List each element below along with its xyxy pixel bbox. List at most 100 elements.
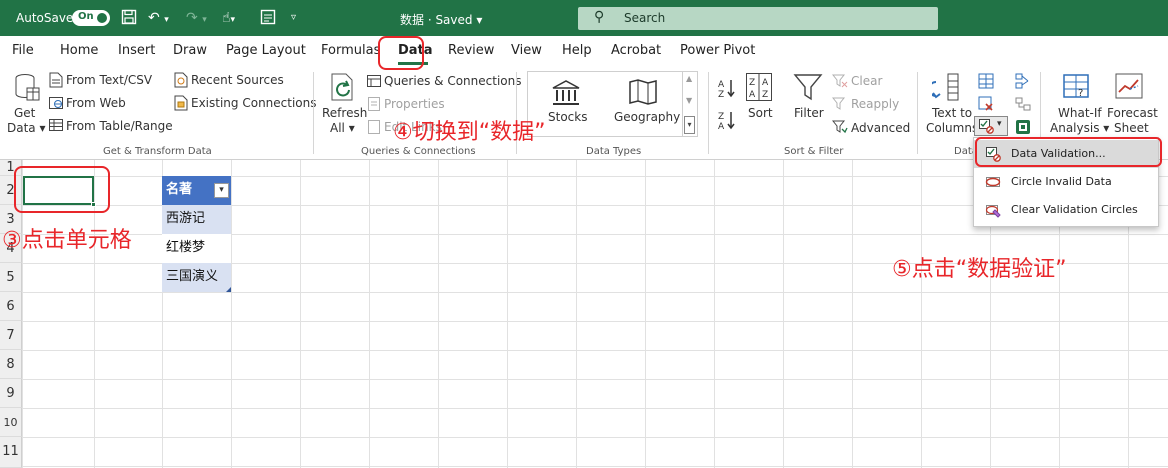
refresh-all-label-1[interactable]: Refresh <box>322 106 367 120</box>
what-if-icon: ? <box>1062 73 1092 101</box>
row-header[interactable]: 10 <box>0 408 22 437</box>
sort-za-icon[interactable]: ZA <box>718 110 736 130</box>
advanced-filter-button[interactable]: Advanced <box>851 121 910 135</box>
get-data-icon <box>13 72 41 102</box>
row-line <box>22 350 1168 351</box>
annotation-step3: ③点击单元格 <box>2 228 132 253</box>
sort-button[interactable]: Sort <box>748 106 773 120</box>
svg-text:A: A <box>749 90 756 100</box>
row-header[interactable]: 5 <box>0 263 22 292</box>
svg-text:Z: Z <box>749 78 755 88</box>
autosave-label: AutoSave <box>16 11 74 25</box>
annotation-box-data-tab <box>378 36 424 70</box>
table-cell[interactable]: 红楼梦 <box>162 234 231 263</box>
recent-sources-button[interactable]: Recent Sources <box>191 73 284 87</box>
autosave-toggle[interactable]: On <box>72 10 110 26</box>
reapply-button[interactable]: Reapply <box>851 97 899 111</box>
forecast-sheet-label-1[interactable]: Forecast <box>1107 106 1158 120</box>
column-line <box>921 160 922 468</box>
tab-draw[interactable]: Draw <box>173 43 207 58</box>
tab-page-layout[interactable]: Page Layout <box>226 43 306 58</box>
manage-data-model-icon[interactable] <box>1014 118 1032 136</box>
gallery-down-icon[interactable]: ▼ <box>686 96 692 105</box>
filter-dropdown-icon[interactable]: ▾ <box>214 183 229 198</box>
group-label-queries: Queries & Connections <box>361 146 476 157</box>
gallery-scroll[interactable]: ▲ ▼ ▾ <box>683 71 698 137</box>
clear-filter-button[interactable]: Clear <box>851 74 882 88</box>
svg-text:Z: Z <box>718 112 724 122</box>
sort-az-icon[interactable]: AZ <box>718 78 736 98</box>
tab-review[interactable]: Review <box>448 43 494 58</box>
row-line <box>22 379 1168 380</box>
tab-formulas[interactable]: Formulas <box>321 43 380 58</box>
row-header[interactable]: 8 <box>0 350 22 379</box>
svg-text:A: A <box>762 78 769 88</box>
annotation-box-cell <box>14 166 110 213</box>
table-cell[interactable]: 三国演义 <box>162 263 231 292</box>
clear-filter-icon <box>832 73 848 89</box>
stocks-button[interactable]: Stocks <box>548 110 587 124</box>
svg-text:?: ? <box>1078 88 1083 99</box>
text-to-columns-label-2[interactable]: Columns <box>926 121 978 135</box>
menu-item-clear-validation-circles[interactable]: Clear Validation Circles <box>974 196 1158 224</box>
from-web-button[interactable]: From Web <box>66 96 126 110</box>
queries-connections-button[interactable]: Queries & Connections <box>384 74 521 88</box>
flash-fill-icon[interactable] <box>977 72 995 90</box>
column-line <box>576 160 577 468</box>
get-data-label-2[interactable]: Data ▾ <box>7 121 46 135</box>
row-line <box>22 437 1168 438</box>
clear-circles-icon <box>985 202 1001 221</box>
from-table-range-button[interactable]: From Table/Range <box>66 119 173 133</box>
undo-icon[interactable]: ↶ ▾ <box>148 9 169 29</box>
row-header[interactable]: 11 <box>0 437 22 468</box>
remove-duplicates-icon[interactable] <box>977 95 995 113</box>
tab-help[interactable]: Help <box>562 43 592 58</box>
row-header[interactable]: 6 <box>0 292 22 321</box>
form-icon[interactable] <box>260 9 276 30</box>
tab-insert[interactable]: Insert <box>118 43 155 58</box>
tab-acrobat[interactable]: Acrobat <box>611 43 661 58</box>
text-to-columns-label-1[interactable]: Text to <box>932 106 972 120</box>
relationships-icon[interactable] <box>1014 95 1032 113</box>
from-text-csv-button[interactable]: From Text/CSV <box>66 73 152 87</box>
table-resize-handle[interactable] <box>226 287 231 292</box>
tab-power-pivot[interactable]: Power Pivot <box>680 43 755 58</box>
forecast-sheet-label-2[interactable]: Sheet <box>1114 121 1149 135</box>
column-line <box>645 160 646 468</box>
existing-connections-button[interactable]: Existing Connections <box>191 96 317 110</box>
table-header-cell[interactable]: 名著 ▾ <box>162 176 231 205</box>
column-line <box>369 160 370 468</box>
group-separator <box>917 72 918 154</box>
properties-icon <box>366 96 382 112</box>
redo-icon[interactable]: ↷ ▾ <box>186 9 207 29</box>
gallery-up-icon[interactable]: ▲ <box>686 74 692 83</box>
search-box[interactable]: ⚲ Search <box>578 7 938 30</box>
get-data-label-1[interactable]: Get <box>14 106 35 120</box>
what-if-label-1[interactable]: What-If <box>1058 106 1102 120</box>
tab-file[interactable]: File <box>12 43 34 58</box>
data-validation-split-button[interactable]: ▾ <box>974 116 1008 136</box>
properties-button[interactable]: Properties <box>384 97 445 111</box>
circle-invalid-icon <box>985 174 1001 193</box>
document-title[interactable]: 数据 · Saved ▾ <box>400 11 482 28</box>
row-header[interactable]: 7 <box>0 321 22 350</box>
consolidate-icon[interactable] <box>1014 72 1032 90</box>
row-line <box>22 466 1168 467</box>
refresh-all-label-2[interactable]: All ▾ <box>330 121 355 135</box>
annotation-step5: ⑤点击“数据验证” <box>892 257 1067 282</box>
tab-home[interactable]: Home <box>60 43 98 58</box>
gallery-more-icon[interactable]: ▾ <box>684 116 695 134</box>
forecast-sheet-icon <box>1114 72 1144 102</box>
save-icon[interactable] <box>121 9 137 30</box>
geography-button[interactable]: Geography <box>614 110 680 124</box>
filter-button[interactable]: Filter <box>794 106 824 120</box>
customize-toolbar-icon[interactable]: ▿ <box>291 9 296 27</box>
edit-links-icon <box>366 119 382 135</box>
chevron-down-icon: ▾ <box>997 119 1002 129</box>
menu-item-circle-invalid-data[interactable]: Circle Invalid Data <box>974 168 1158 196</box>
what-if-label-2[interactable]: Analysis ▾ <box>1050 121 1109 135</box>
table-cell[interactable]: 西游记 <box>162 205 231 234</box>
tab-view[interactable]: View <box>511 43 542 58</box>
row-header[interactable]: 9 <box>0 379 22 408</box>
touch-mode-icon[interactable]: ☝▾ <box>222 9 235 29</box>
